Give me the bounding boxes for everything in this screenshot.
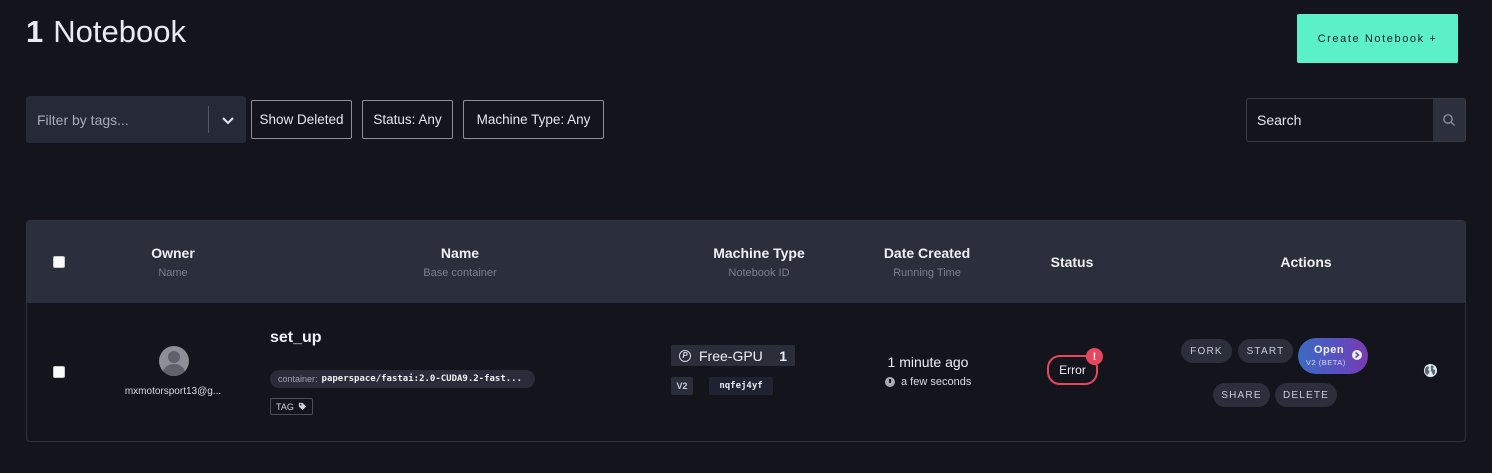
open-button-label: Open [1314,344,1345,356]
create-notebook-button[interactable]: Create Notebook + [1297,14,1458,63]
fork-button[interactable]: FORK [1181,339,1232,363]
tag-label: TAG [276,401,294,412]
start-button[interactable]: START [1238,339,1293,363]
column-machine-type-title: Machine Type [713,245,805,261]
container-value: paperspace/fastai:2.0-CUDA9.2-fast... [321,374,523,384]
column-owner-subtitle: Name [158,267,188,279]
column-status[interactable]: Status [1051,221,1094,303]
column-actions-title: Actions [1280,254,1332,270]
machine-name: Free-GPU [699,347,763,364]
container-pill: container: paperspace/fastai:2.0-CUDA9.2… [270,370,535,388]
version-badge: V2 [671,377,693,395]
globe-icon[interactable] [1423,363,1438,378]
search-input[interactable]: Search [1247,99,1433,141]
avatar-body [163,364,185,376]
owner-name: mxmotorsport13@g... [124,386,222,397]
tag-icon [298,402,306,411]
alert-icon[interactable]: ! [1086,348,1103,365]
open-button[interactable]: Open V2 (BETA) [1298,338,1368,374]
column-actions: Actions [1280,221,1331,303]
row-checkbox[interactable] [53,366,65,378]
column-machine-type[interactable]: Machine Type Notebook ID [713,221,805,303]
column-machine-type-subtitle: Notebook ID [728,267,790,279]
paperspace-icon: P [679,349,691,362]
share-button[interactable]: SHARE [1213,383,1270,407]
chevron-down-icon[interactable] [209,96,246,143]
search-button[interactable] [1433,99,1465,141]
machine-count: 1 [779,347,787,364]
add-tag-button[interactable]: TAG [270,398,313,415]
machine-type-filter-button[interactable]: Machine Type: Any [463,100,604,139]
machine-type-badge: P Free-GPU 1 [671,345,795,366]
notebook-count: 1 [26,14,44,49]
column-name[interactable]: Name Base container [423,221,496,303]
clock-icon [885,377,895,387]
column-date-created-subtitle: Running Time [893,267,961,279]
table-header: Owner Name Name Base container Machine T… [27,221,1465,303]
page-title: 1 Notebook [26,14,186,50]
search-box: Search [1246,98,1466,142]
column-name-subtitle: Base container [423,267,497,279]
running-time: a few seconds [885,376,971,388]
column-owner[interactable]: Owner Name [151,221,195,303]
open-button-sublabel: V2 (BETA) [1306,358,1346,367]
notebooks-table: Owner Name Name Base container Machine T… [26,220,1466,442]
avatar-head [168,351,180,363]
column-date-created-title: Date Created [883,245,971,261]
running-time-value: a few seconds [901,376,972,388]
column-owner-title: Owner [151,245,195,261]
column-date-created[interactable]: Date Created Running Time [884,221,970,303]
tag-filter-select[interactable]: Filter by tags... [26,96,246,143]
show-deleted-button[interactable]: Show Deleted [251,100,352,139]
date-created: 1 minute ago [887,354,969,370]
delete-button[interactable]: DELETE [1275,383,1337,407]
page-title-word: Notebook [53,14,186,49]
tag-filter-placeholder: Filter by tags... [37,111,129,128]
search-icon [1443,114,1455,126]
avatar [159,346,189,376]
status-filter-button[interactable]: Status: Any [362,100,453,139]
select-all-checkbox[interactable] [53,256,65,268]
column-status-title: Status [1050,254,1094,270]
notebook-id: nqfej4yf [709,377,773,395]
notebook-name[interactable]: set_up [270,329,322,347]
arrow-right-icon [1352,350,1362,360]
container-label: container: [278,374,318,384]
column-name-title: Name [440,245,480,261]
